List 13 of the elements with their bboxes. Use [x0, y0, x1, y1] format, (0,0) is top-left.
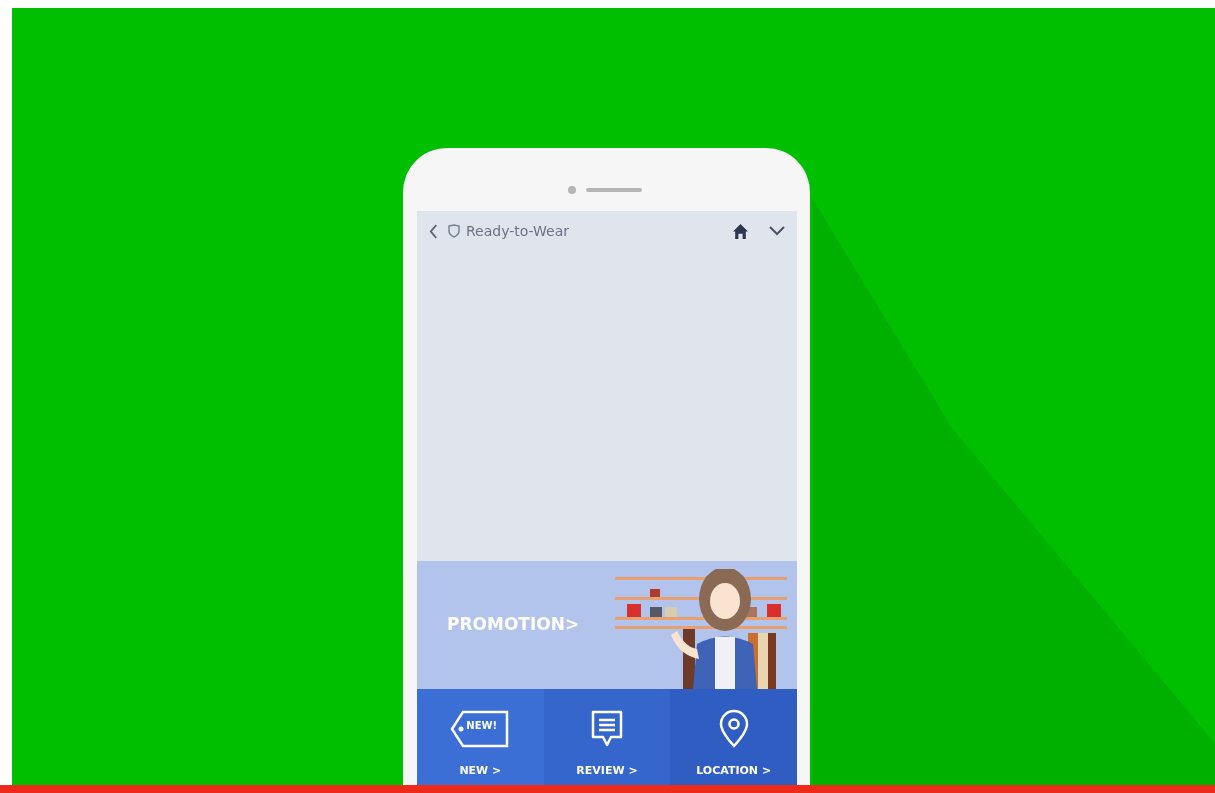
nav-tile[interactable]: REVIEW > [543, 689, 671, 785]
phone-speaker [586, 188, 642, 192]
promotion-label: PROMOTION> [447, 613, 580, 637]
dropdown-button[interactable] [769, 226, 785, 236]
nav-tile[interactable]: LOCATION > [670, 689, 797, 785]
shield-icon [448, 224, 460, 238]
page-title: Ready-to-Wear [466, 221, 570, 241]
message-icon [589, 708, 625, 749]
phone-camera [568, 186, 576, 194]
back-button[interactable] [429, 223, 438, 239]
home-button[interactable] [732, 222, 749, 240]
nav-tile[interactable]: NEW! NEW > [417, 689, 544, 785]
tag-text: NEW! [466, 720, 498, 731]
